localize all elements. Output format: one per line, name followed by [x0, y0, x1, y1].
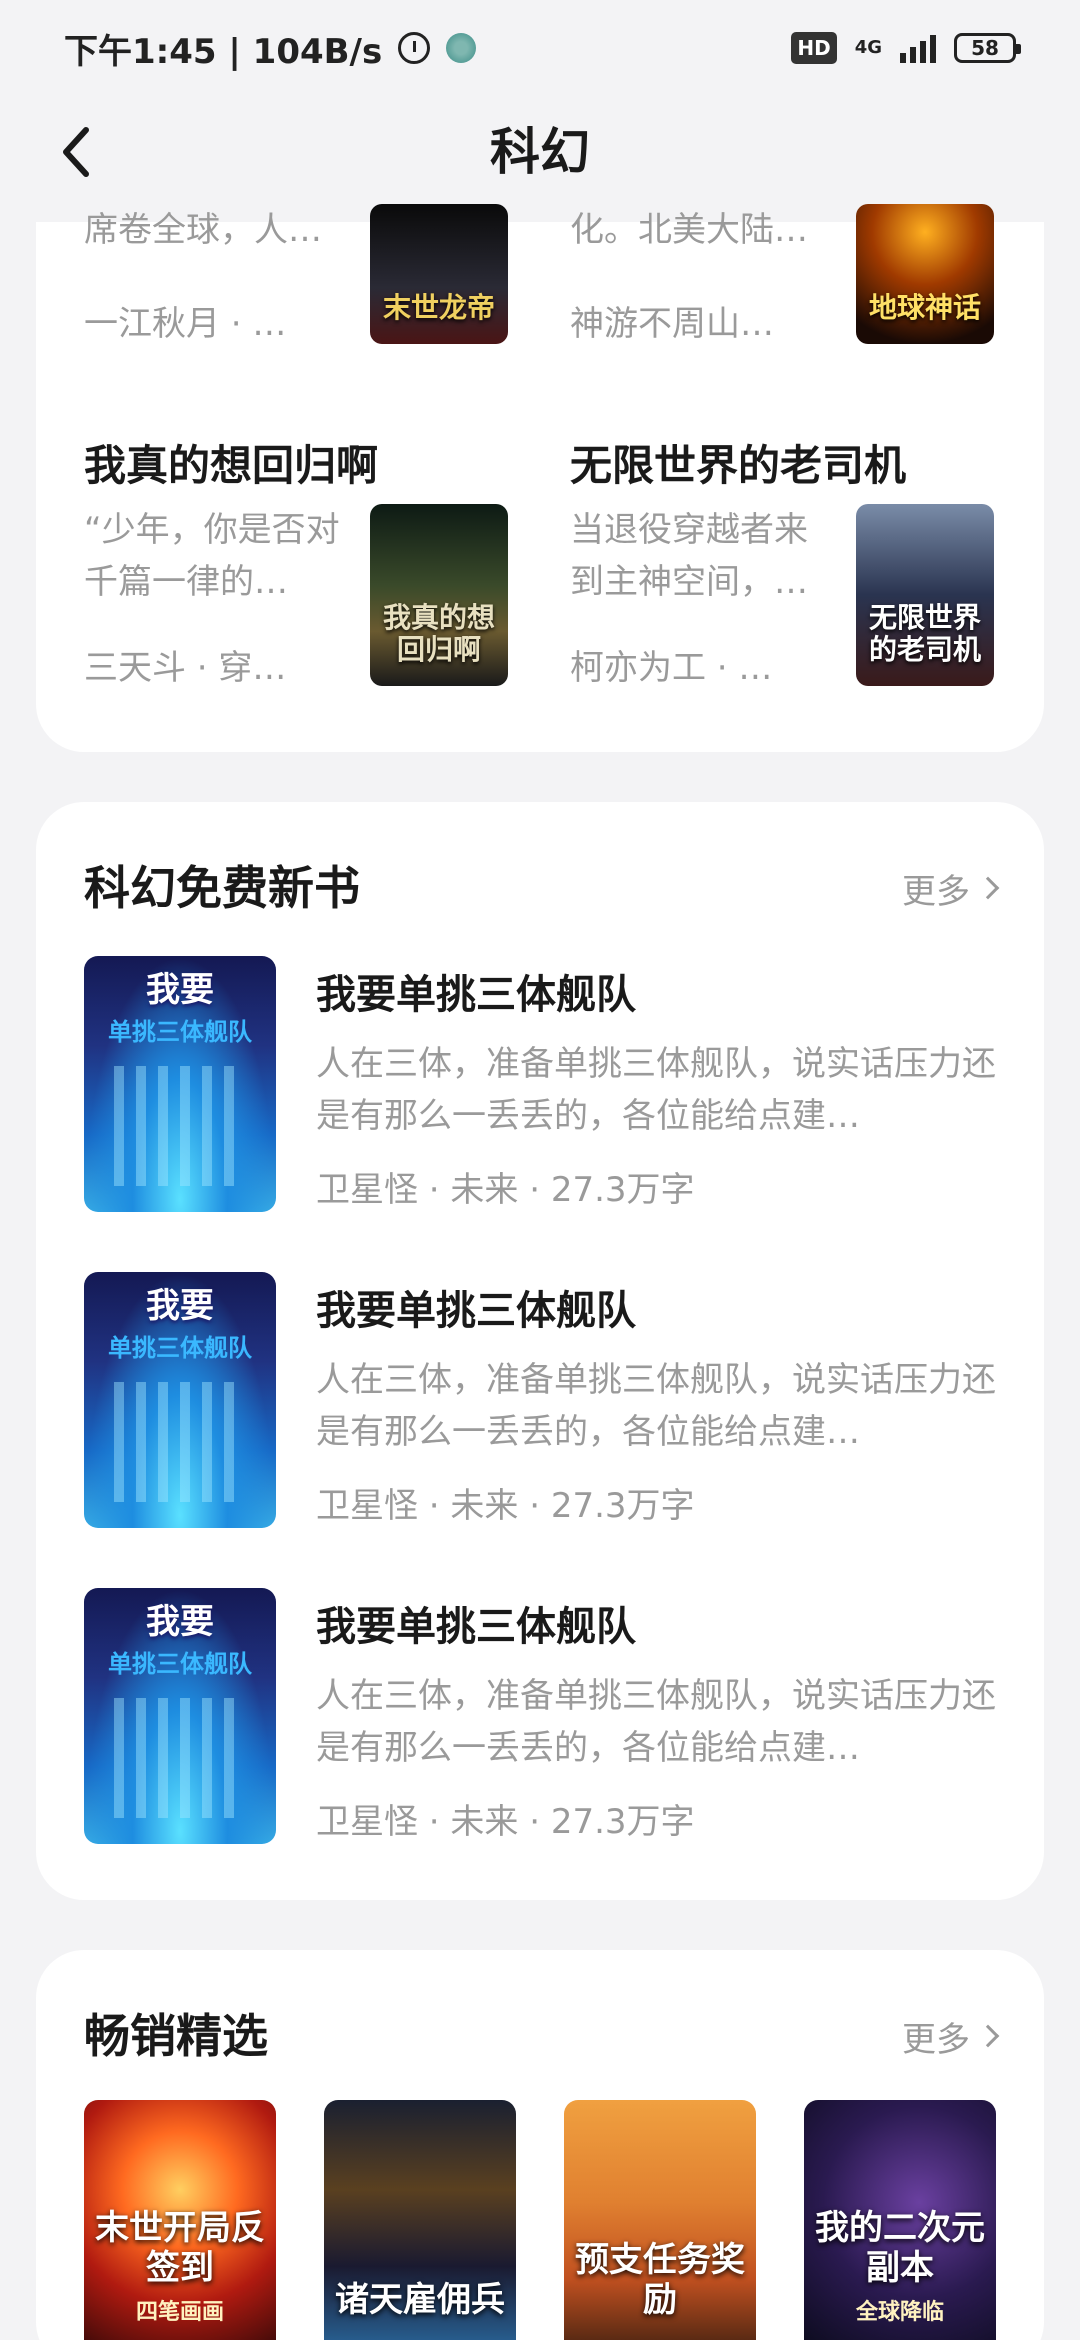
book-title: 我要单挑三体舰队	[316, 972, 636, 1018]
book-cover[interactable]: 我真的想回归啊	[370, 504, 508, 686]
chevron-right-icon	[976, 2024, 1000, 2048]
book-title: 我真的想回归啊	[84, 441, 379, 490]
bestseller-section: 畅销精选 更多 末世开局反签到 四笔画画 诸天雇佣兵 预支任务奖励 我的二次元副…	[36, 1950, 1044, 2340]
chevron-left-icon	[63, 127, 89, 177]
book-intro: 席卷全球，人…	[84, 210, 322, 250]
book-intro: 人在三体，准备单挑三体舰队，说实话压力还是有那么一丢丢的，各位能给点建…	[316, 1676, 996, 1768]
cover-title: 我要	[146, 970, 214, 1010]
section-header: 畅销精选 更多	[84, 2004, 1000, 2068]
book-author: 柯亦为工 · …	[570, 648, 773, 688]
page-title: 科幻	[490, 123, 590, 181]
book-meta: 卫星怪 · 未来 · 27.3万字	[316, 1802, 695, 1842]
more-link[interactable]: 更多	[902, 2004, 1000, 2068]
alarm-icon	[398, 32, 431, 64]
book-title: 我要单挑三体舰队	[316, 1604, 636, 1650]
bestseller-cover[interactable]: 末世开局反签到 四笔画画	[84, 2100, 276, 2340]
cover-title: 地球神话	[868, 291, 981, 324]
section-header: 科幻免费新书 更多	[84, 856, 1000, 920]
cover-subtitle: 单挑三体舰队	[108, 1334, 252, 1362]
list-item[interactable]: 我要 单挑三体舰队 我要单挑三体舰队 人在三体，准备单挑三体舰队，说实话压力还是…	[84, 1272, 996, 1528]
cover-title: 无限世界的老司机	[868, 601, 981, 666]
recommend-grid: 席卷全球，人… 一江秋月 · … 末世龙帝 化。北美大陆… 神游不周山… 地球神…	[36, 204, 1044, 752]
book-cover[interactable]: 无限世界的老司机	[856, 504, 994, 686]
grid-book[interactable]: 化。北美大陆… 神游不周山… 地球神话	[570, 204, 1010, 424]
cover-subtitle: 单挑三体舰队	[108, 1018, 252, 1046]
book-author: 神游不周山…	[570, 304, 774, 344]
book-author: 一江秋月 · …	[84, 304, 287, 344]
cover-title: 我要	[146, 1602, 214, 1642]
cover-art	[114, 1698, 246, 1818]
status-time: 下午1:45 | 104B/s	[64, 31, 383, 72]
book-intro: “少年，你是否对千篇一律的…	[84, 510, 340, 602]
book-intro: 当退役穿越者来到主神空间，…	[570, 510, 808, 602]
cover-art	[114, 1066, 246, 1186]
cover-title: 我的二次元副本	[815, 2208, 985, 2288]
battery-level: 58	[971, 36, 999, 60]
cover-subtitle: 单挑三体舰队	[108, 1650, 252, 1678]
chevron-right-icon	[976, 876, 1000, 900]
cover-art	[114, 1382, 246, 1502]
book-cover[interactable]: 地球神话	[856, 204, 994, 344]
network-label: 4G	[854, 37, 882, 58]
book-cover[interactable]: 我要 单挑三体舰队	[84, 1588, 276, 1844]
cover-author: 全球降临	[855, 2300, 944, 2325]
book-intro: 人在三体，准备单挑三体舰队，说实话压力还是有那么一丢丢的，各位能给点建…	[316, 1044, 996, 1136]
book-meta: 卫星怪 · 未来 · 27.3万字	[316, 1170, 695, 1210]
cover-title: 我要	[146, 1286, 214, 1326]
book-title: 无限世界的老司机	[570, 441, 907, 490]
more-label: 更多	[902, 2019, 970, 2060]
more-link[interactable]: 更多	[902, 856, 1000, 920]
book-intro: 化。北美大陆…	[570, 210, 808, 250]
bestseller-cover[interactable]: 我的二次元副本 全球降临	[804, 2100, 996, 2340]
back-button[interactable]	[40, 116, 112, 188]
more-label: 更多	[902, 871, 970, 912]
grid-book[interactable]: 无限世界的老司机 当退役穿越者来到主神空间，… 柯亦为工 · … 无限世界的老司…	[570, 441, 1010, 724]
app-notification-icon	[446, 33, 477, 63]
cover-title: 末世开局反签到	[95, 2208, 265, 2288]
status-bar: 下午1:45 | 104B/s HD 4G 58	[0, 0, 1080, 96]
list-item[interactable]: 我要 单挑三体舰队 我要单挑三体舰队 人在三体，准备单挑三体舰队，说实话压力还是…	[84, 956, 996, 1212]
section-title: 科幻免费新书	[84, 861, 360, 915]
cover-author: 四笔画画	[135, 2300, 224, 2325]
grid-book[interactable]: 我真的想回归啊 “少年，你是否对千篇一律的… 三天斗 · 穿… 我真的想回归啊	[84, 441, 524, 724]
list-item[interactable]: 我要 单挑三体舰队 我要单挑三体舰队 人在三体，准备单挑三体舰队，说实话压力还是…	[84, 1588, 996, 1844]
cover-title: 末世龙帝	[382, 291, 495, 324]
book-title: 我要单挑三体舰队	[316, 1288, 636, 1334]
book-cover[interactable]: 我要 单挑三体舰队	[84, 1272, 276, 1528]
bestseller-cover[interactable]: 诸天雇佣兵	[324, 2100, 516, 2340]
book-author: 三天斗 · 穿…	[84, 648, 287, 688]
hd-badge: HD	[791, 32, 837, 64]
top-nav: 科幻	[0, 96, 1080, 208]
book-cover[interactable]: 末世龙帝	[370, 204, 508, 344]
cover-title: 我真的想回归啊	[382, 601, 495, 666]
signal-icon	[900, 33, 936, 63]
cover-title: 预支任务奖励	[575, 2240, 745, 2320]
cover-title: 诸天雇佣兵	[335, 2280, 505, 2320]
battery-icon: 58	[954, 33, 1021, 63]
section-title: 畅销精选	[84, 2009, 268, 2063]
free-new-section: 科幻免费新书 更多 我要 单挑三体舰队 我要单挑三体舰队 人在三体，准备单挑三体…	[36, 802, 1044, 1900]
book-cover[interactable]: 我要 单挑三体舰队	[84, 956, 276, 1212]
grid-book[interactable]: 席卷全球，人… 一江秋月 · … 末世龙帝	[84, 204, 524, 424]
bestseller-cover[interactable]: 预支任务奖励	[564, 2100, 756, 2340]
book-intro: 人在三体，准备单挑三体舰队，说实话压力还是有那么一丢丢的，各位能给点建…	[316, 1360, 996, 1452]
book-meta: 卫星怪 · 未来 · 27.3万字	[316, 1486, 695, 1526]
